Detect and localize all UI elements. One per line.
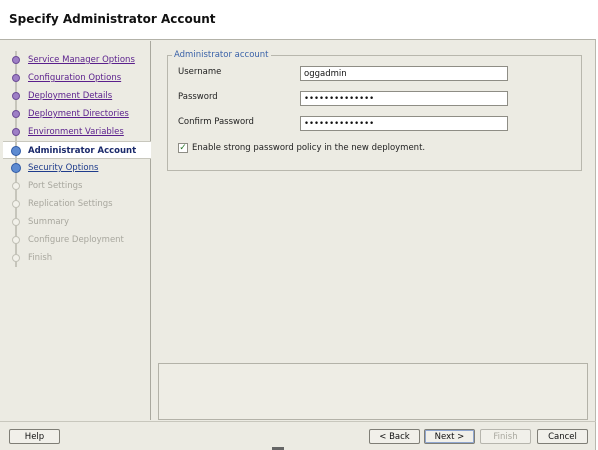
- step-label[interactable]: Administrator Account: [28, 146, 136, 156]
- step-item: Configure Deployment: [3, 231, 151, 249]
- username-input[interactable]: [300, 66, 508, 81]
- step-node-icon: [11, 163, 21, 173]
- page-title: Specify Administrator Account: [9, 12, 216, 26]
- step-node-icon: [12, 92, 20, 100]
- help-button[interactable]: Help: [9, 429, 60, 444]
- step-label[interactable]: Deployment Details: [28, 91, 112, 101]
- group-legend: Administrator account: [172, 50, 271, 60]
- step-item[interactable]: Environment Variables: [3, 123, 151, 141]
- step-item[interactable]: Configuration Options: [3, 69, 151, 87]
- step-node-icon: [12, 74, 20, 82]
- step-item: Replication Settings: [3, 195, 151, 213]
- footer-divider: [0, 421, 596, 422]
- cancel-button[interactable]: Cancel: [537, 429, 588, 444]
- message-area: [158, 363, 588, 420]
- step-label: Port Settings: [28, 181, 83, 191]
- step-node-icon: [12, 200, 20, 208]
- username-label: Username: [178, 67, 222, 77]
- confirm-password-input[interactable]: [300, 116, 508, 131]
- step-node-icon: [12, 182, 20, 190]
- administrator-account-group: Administrator account Username Password …: [167, 50, 582, 171]
- step-node-icon: [12, 110, 20, 118]
- step-label[interactable]: Environment Variables: [28, 127, 124, 137]
- step-item: Summary: [3, 213, 151, 231]
- confirm-password-label: Confirm Password: [178, 117, 254, 127]
- strong-policy-label[interactable]: Enable strong password policy in the new…: [192, 143, 425, 153]
- back-button[interactable]: < Back: [369, 429, 420, 444]
- username-row: Username: [178, 66, 518, 82]
- step-node-icon: [12, 236, 20, 244]
- steps-sidebar: Service Manager Options Configuration Opt…: [3, 41, 151, 420]
- password-input[interactable]: [300, 91, 508, 106]
- step-item[interactable]: Security Options: [3, 159, 151, 177]
- step-node-icon: [12, 56, 20, 64]
- step-label: Configure Deployment: [28, 235, 124, 245]
- strong-policy-checkbox[interactable]: ✓: [178, 143, 188, 153]
- step-item: Finish: [3, 249, 151, 267]
- step-label[interactable]: Configuration Options: [28, 73, 121, 83]
- step-item: Port Settings: [3, 177, 151, 195]
- step-node-icon: [11, 146, 21, 156]
- next-button[interactable]: Next >: [424, 429, 475, 444]
- step-item[interactable]: Administrator Account: [3, 141, 151, 160]
- finish-button[interactable]: Finish: [480, 429, 531, 444]
- step-label[interactable]: Deployment Directories: [28, 109, 129, 119]
- password-label: Password: [178, 92, 218, 102]
- steps-list: Service Manager Options Configuration Opt…: [3, 51, 151, 267]
- step-label: Finish: [28, 253, 53, 263]
- step-label: Summary: [28, 217, 70, 227]
- step-item[interactable]: Deployment Details: [3, 87, 151, 105]
- step-label[interactable]: Security Options: [28, 163, 98, 173]
- installer-window: Specify Administrator Account Service Ma…: [0, 0, 596, 450]
- step-label[interactable]: Service Manager Options: [28, 55, 135, 65]
- step-node-icon: [12, 254, 20, 262]
- step-item[interactable]: Deployment Directories: [3, 105, 151, 123]
- step-label: Replication Settings: [28, 199, 113, 209]
- confirm-password-row: Confirm Password: [178, 116, 518, 132]
- step-node-icon: [12, 128, 20, 136]
- password-row: Password: [178, 91, 518, 107]
- step-node-icon: [12, 218, 20, 226]
- step-item[interactable]: Service Manager Options: [3, 51, 151, 69]
- header-bar: Specify Administrator Account: [0, 0, 596, 40]
